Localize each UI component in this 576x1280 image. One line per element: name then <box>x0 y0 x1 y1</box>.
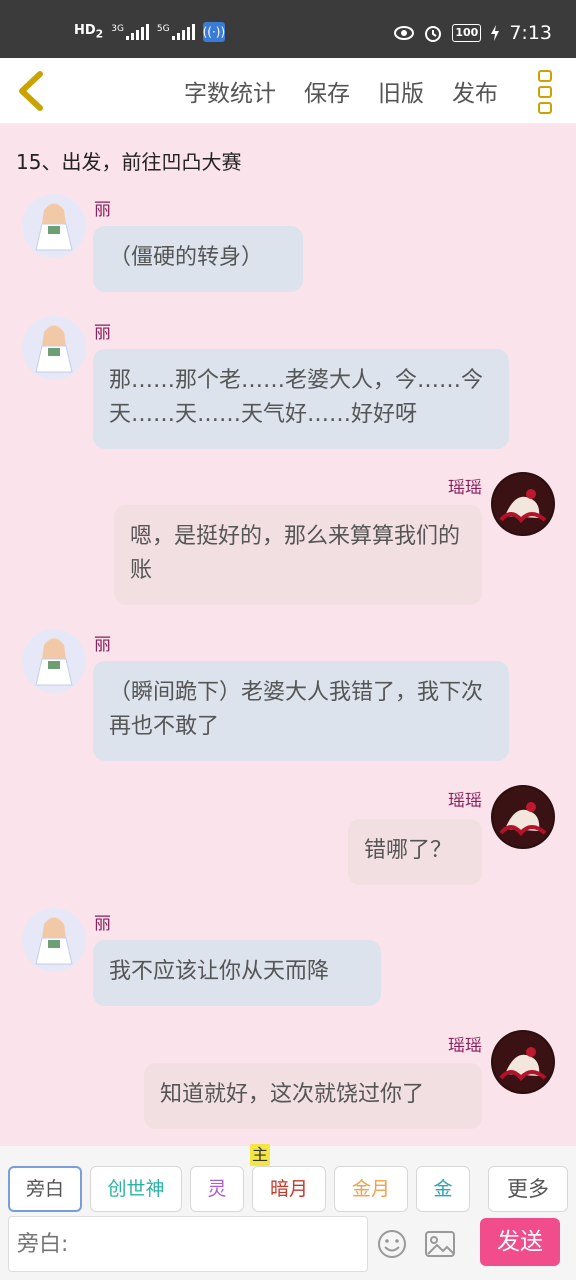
message-bubble[interactable]: （瞬间跪下）老婆大人我错了，我下次再也不敢了 <box>93 661 509 761</box>
role-chip-narrator[interactable]: 旁白 <box>8 1166 82 1212</box>
character-avatar-icon <box>35 203 73 251</box>
main-role-badge: 主 <box>250 1144 270 1166</box>
role-chip-gold[interactable]: 金 <box>416 1166 470 1212</box>
old-version-button[interactable]: 旧版 <box>378 74 424 108</box>
message-bubble[interactable]: 那……那个老……老婆大人，今……今天……天……天气好……好好呀 <box>93 349 509 449</box>
menu-dot-icon <box>538 70 552 82</box>
signal-3g-icon: 3G <box>111 24 149 40</box>
role-selector: 旁白 创世神 灵 暗月 金月 金 <box>8 1166 478 1212</box>
role-chip-creator-god[interactable]: 创世神 <box>90 1166 182 1212</box>
avatar[interactable] <box>491 785 555 849</box>
smiley-icon <box>378 1230 406 1258</box>
emoji-button[interactable] <box>376 1228 408 1260</box>
image-button[interactable] <box>424 1230 456 1258</box>
signal-5g-icon: 5G <box>157 24 195 40</box>
send-button[interactable]: 发送 <box>480 1218 560 1266</box>
avatar[interactable] <box>22 194 86 258</box>
more-menu-button[interactable] <box>536 70 554 114</box>
top-toolbar: 字数统计 保存 旧版 发布 <box>0 58 576 124</box>
sender-name: 瑶瑶 <box>448 1036 482 1056</box>
chapter-title: 15、出发，前往凹凸大赛 <box>16 150 242 174</box>
sender-name: 瑶瑶 <box>448 791 482 811</box>
character-avatar-icon <box>35 325 73 373</box>
word-count-button[interactable]: 字数统计 <box>184 74 276 108</box>
character-avatar-icon <box>35 917 73 965</box>
save-button[interactable]: 保存 <box>304 74 350 108</box>
sender-name: 丽 <box>94 914 111 934</box>
message-bubble[interactable]: （僵硬的转身） <box>93 226 303 292</box>
message-input[interactable] <box>8 1216 368 1272</box>
image-icon <box>425 1231 455 1257</box>
avatar[interactable] <box>22 908 86 972</box>
message-bubble[interactable]: 我不应该让你从天而降 <box>93 940 381 1006</box>
avatar[interactable] <box>22 316 86 380</box>
menu-dot-icon <box>538 86 552 98</box>
sender-name: 丽 <box>94 200 111 220</box>
status-bar-left: HD2 3G 5G ((·)) <box>74 22 225 42</box>
toolbar-actions: 字数统计 保存 旧版 发布 <box>184 58 498 124</box>
avatar[interactable] <box>491 1030 555 1094</box>
character-avatar-icon <box>35 638 73 686</box>
message-bubble[interactable]: 错哪了？ <box>348 819 482 885</box>
sender-name: 丽 <box>94 323 111 343</box>
message-bubble[interactable]: 知道就好，这次就饶过你了 <box>144 1063 482 1129</box>
sender-name: 瑶瑶 <box>448 478 482 498</box>
eye-icon <box>394 26 415 40</box>
role-chip-ling[interactable]: 灵 <box>190 1166 244 1212</box>
alarm-icon <box>425 26 442 42</box>
back-arrow-icon <box>19 71 43 111</box>
hotspot-icon: ((·)) <box>202 22 225 42</box>
status-bar-right: 100 7:13 <box>394 22 552 44</box>
back-button[interactable] <box>8 66 58 116</box>
role-chip-gold-moon[interactable]: 金月 <box>334 1166 408 1212</box>
battery-indicator: 100 <box>452 24 482 42</box>
more-roles-button[interactable]: 更多 <box>488 1166 568 1212</box>
charging-icon <box>491 25 500 41</box>
composer-bar: 旁白 创世神 灵 暗月 金月 金 主 更多 发送 <box>0 1144 576 1280</box>
hd-indicator: HD2 <box>74 23 104 41</box>
signal-5g-label: 5G <box>156 24 170 34</box>
avatar[interactable] <box>491 472 555 536</box>
signal-3g-label: 3G <box>111 24 124 34</box>
clock: 7:13 <box>509 22 552 44</box>
role-chip-dark-moon[interactable]: 暗月 <box>252 1166 326 1212</box>
character-avatar-icon <box>493 787 553 847</box>
menu-dot-icon <box>538 102 552 114</box>
status-bar: HD2 3G 5G ((·)) 100 7:13 <box>0 0 576 58</box>
character-avatar-icon <box>493 474 553 534</box>
message-bubble[interactable]: 嗯，是挺好的，那么来算算我们的账 <box>114 505 482 605</box>
avatar[interactable] <box>22 629 86 693</box>
sender-name: 丽 <box>94 635 111 655</box>
publish-button[interactable]: 发布 <box>452 74 498 108</box>
character-avatar-icon <box>493 1032 553 1092</box>
